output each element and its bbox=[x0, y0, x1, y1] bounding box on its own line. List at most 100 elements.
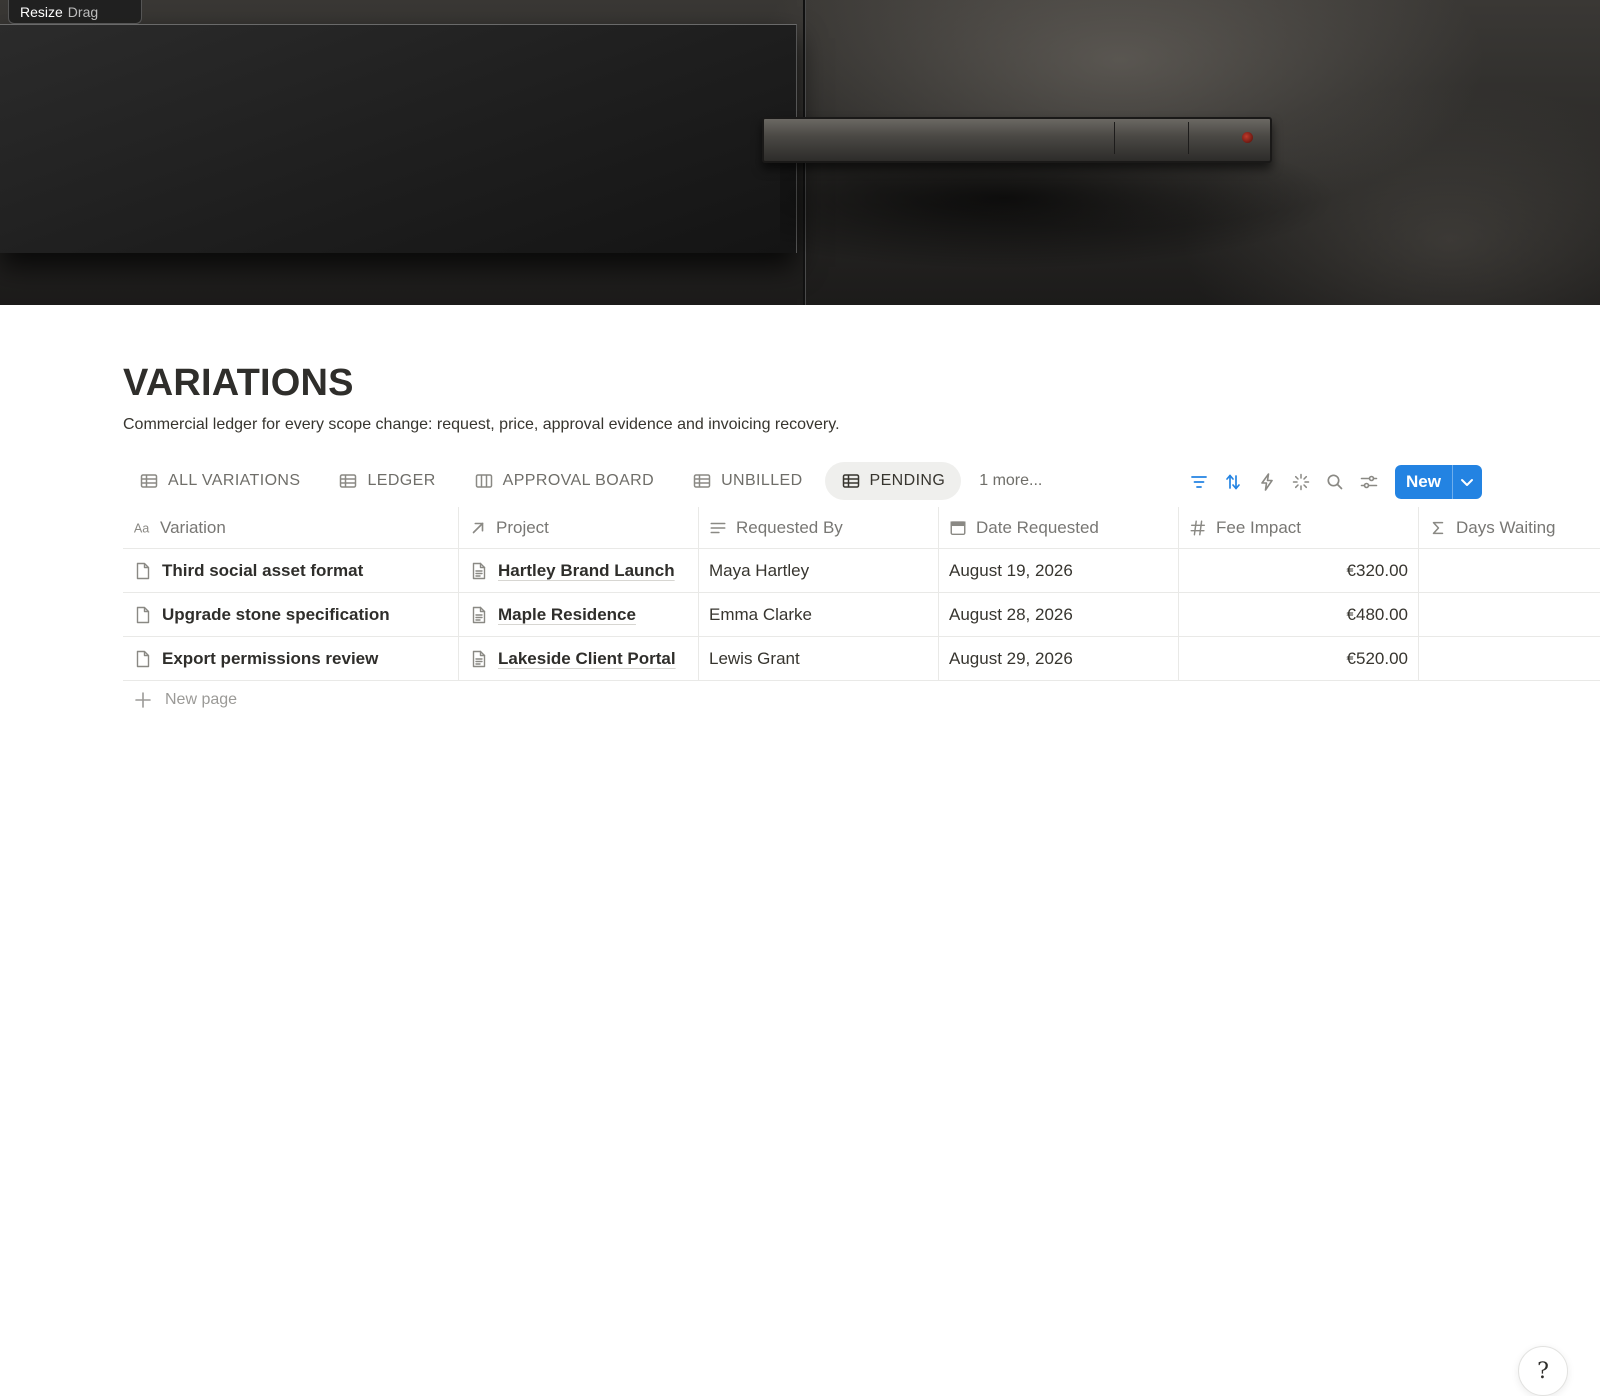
tab-unbilled[interactable]: UNBILLED bbox=[676, 462, 818, 500]
days-waiting-cell[interactable] bbox=[1419, 637, 1600, 680]
cover-resize-label[interactable]: Resize bbox=[20, 4, 63, 20]
more-views-button[interactable]: 1 more... bbox=[967, 472, 1054, 490]
ai-button[interactable] bbox=[1289, 470, 1313, 494]
cover-image bbox=[0, 0, 1600, 305]
cover-drag-label[interactable]: Drag bbox=[68, 4, 98, 20]
cover-shadow bbox=[780, 150, 1340, 270]
cover-reposition-badge[interactable]: Resize Drag bbox=[8, 0, 142, 24]
formula-sigma-icon bbox=[1429, 519, 1447, 537]
variation-cell[interactable]: Third social asset format bbox=[123, 549, 459, 592]
document-icon bbox=[469, 561, 489, 581]
fee-impact-cell[interactable]: €520.00 bbox=[1179, 637, 1419, 680]
tab-all-variations[interactable]: ALL VARIATIONS bbox=[123, 462, 316, 500]
column-label: Days Waiting bbox=[1456, 517, 1556, 537]
variation-title[interactable]: Upgrade stone specification bbox=[162, 605, 390, 625]
column-header-fee-impact[interactable]: Fee Impact bbox=[1179, 507, 1419, 548]
column-label: Requested By bbox=[736, 517, 843, 537]
column-header-project[interactable]: Project bbox=[459, 507, 699, 548]
column-header-requested-by[interactable]: Requested By bbox=[699, 507, 939, 548]
new-record-button-group: New bbox=[1395, 465, 1482, 499]
requested-by-cell[interactable]: Lewis Grant bbox=[699, 637, 939, 680]
help-icon: ? bbox=[1537, 1358, 1549, 1384]
fee-impact-cell[interactable]: €480.00 bbox=[1179, 593, 1419, 636]
cover-handle-divider bbox=[1114, 122, 1115, 154]
requested-by-cell[interactable]: Emma Clarke bbox=[699, 593, 939, 636]
ai-sparkle-icon bbox=[1291, 472, 1311, 492]
table-icon bbox=[692, 471, 712, 491]
text-aa-icon: Aa bbox=[133, 519, 151, 537]
column-header-date-requested[interactable]: Date Requested bbox=[939, 507, 1179, 548]
date-requested-cell[interactable]: August 28, 2026 bbox=[939, 593, 1179, 636]
project-cell[interactable]: Hartley Brand Launch bbox=[459, 549, 699, 592]
search-icon bbox=[1325, 472, 1345, 492]
tab-approval-board[interactable]: APPROVAL BOARD bbox=[458, 462, 670, 500]
sort-icon bbox=[1223, 472, 1243, 492]
table-row[interactable]: Export permissions review Lakeside Clien… bbox=[123, 637, 1600, 681]
tab-label: LEDGER bbox=[367, 472, 436, 489]
page-icon bbox=[133, 649, 153, 669]
text-lines-icon bbox=[709, 519, 727, 537]
column-header-days-waiting[interactable]: Days Waiting bbox=[1419, 507, 1600, 548]
column-label: Variation bbox=[160, 517, 226, 537]
variations-table: Aa Variation Project Requested By Date R… bbox=[123, 507, 1600, 681]
page-description[interactable]: Commercial ledger for every scope change… bbox=[123, 416, 840, 434]
settings-sliders-icon bbox=[1359, 472, 1379, 492]
cover-handle-divider bbox=[1188, 122, 1189, 154]
tab-label: APPROVAL BOARD bbox=[502, 472, 655, 489]
page-icon bbox=[133, 561, 153, 581]
variation-cell[interactable]: Export permissions review bbox=[123, 637, 459, 680]
column-label: Date Requested bbox=[976, 517, 1099, 537]
table-header-row: Aa Variation Project Requested By Date R… bbox=[123, 507, 1600, 549]
board-icon bbox=[474, 471, 494, 491]
project-link[interactable]: Hartley Brand Launch bbox=[498, 561, 675, 581]
column-header-variation[interactable]: Aa Variation bbox=[123, 507, 459, 548]
fee-impact-cell[interactable]: €320.00 bbox=[1179, 549, 1419, 592]
requested-by-cell[interactable]: Maya Hartley bbox=[699, 549, 939, 592]
help-button[interactable]: ? bbox=[1518, 1346, 1568, 1396]
view-tabs: ALL VARIATIONS LEDGER APPROVAL BOARD UNB… bbox=[123, 462, 1054, 500]
project-link[interactable]: Lakeside Client Portal bbox=[498, 649, 676, 669]
cover-panel bbox=[0, 24, 797, 253]
tab-pending[interactable]: PENDING bbox=[824, 462, 962, 500]
table-icon bbox=[139, 471, 159, 491]
search-button[interactable] bbox=[1323, 470, 1347, 494]
new-record-button[interactable]: New bbox=[1395, 465, 1452, 499]
automations-button[interactable] bbox=[1255, 470, 1279, 494]
tab-label: ALL VARIATIONS bbox=[168, 472, 301, 489]
new-page-label: New page bbox=[165, 691, 238, 708]
calendar-icon bbox=[949, 519, 967, 537]
column-label: Fee Impact bbox=[1216, 517, 1302, 537]
variation-cell[interactable]: Upgrade stone specification bbox=[123, 593, 459, 636]
chevron-down-icon bbox=[1457, 472, 1477, 492]
date-requested-cell[interactable]: August 29, 2026 bbox=[939, 637, 1179, 680]
days-waiting-cell[interactable] bbox=[1419, 549, 1600, 592]
date-requested-cell[interactable]: August 19, 2026 bbox=[939, 549, 1179, 592]
tab-label: PENDING bbox=[869, 472, 946, 489]
project-cell[interactable]: Lakeside Client Portal bbox=[459, 637, 699, 680]
filter-button[interactable] bbox=[1187, 470, 1211, 494]
column-label: Project bbox=[496, 517, 549, 537]
days-waiting-cell[interactable] bbox=[1419, 593, 1600, 636]
table-row[interactable]: Upgrade stone specification Maple Reside… bbox=[123, 593, 1600, 637]
new-page-button[interactable]: New page bbox=[133, 690, 237, 710]
tab-label: UNBILLED bbox=[721, 472, 803, 489]
number-hash-icon bbox=[1189, 519, 1207, 537]
plus-icon bbox=[133, 690, 153, 710]
new-options-button[interactable] bbox=[1451, 465, 1482, 499]
cover-handle bbox=[762, 117, 1272, 163]
table-icon bbox=[338, 471, 358, 491]
page-title[interactable]: VARIATIONS bbox=[123, 362, 354, 405]
project-link[interactable]: Maple Residence bbox=[498, 605, 636, 625]
sort-button[interactable] bbox=[1221, 470, 1245, 494]
variation-title[interactable]: Third social asset format bbox=[162, 561, 363, 581]
tab-ledger[interactable]: LEDGER bbox=[322, 462, 451, 500]
table-row[interactable]: Third social asset format Hartley Brand … bbox=[123, 549, 1600, 593]
view-settings-button[interactable] bbox=[1357, 470, 1381, 494]
automation-bolt-icon bbox=[1257, 472, 1277, 492]
document-icon bbox=[469, 649, 489, 669]
project-cell[interactable]: Maple Residence bbox=[459, 593, 699, 636]
variation-title[interactable]: Export permissions review bbox=[162, 649, 378, 669]
table-icon bbox=[841, 471, 861, 491]
cover-handle-light bbox=[1242, 132, 1253, 143]
relation-arrow-icon bbox=[469, 519, 487, 537]
